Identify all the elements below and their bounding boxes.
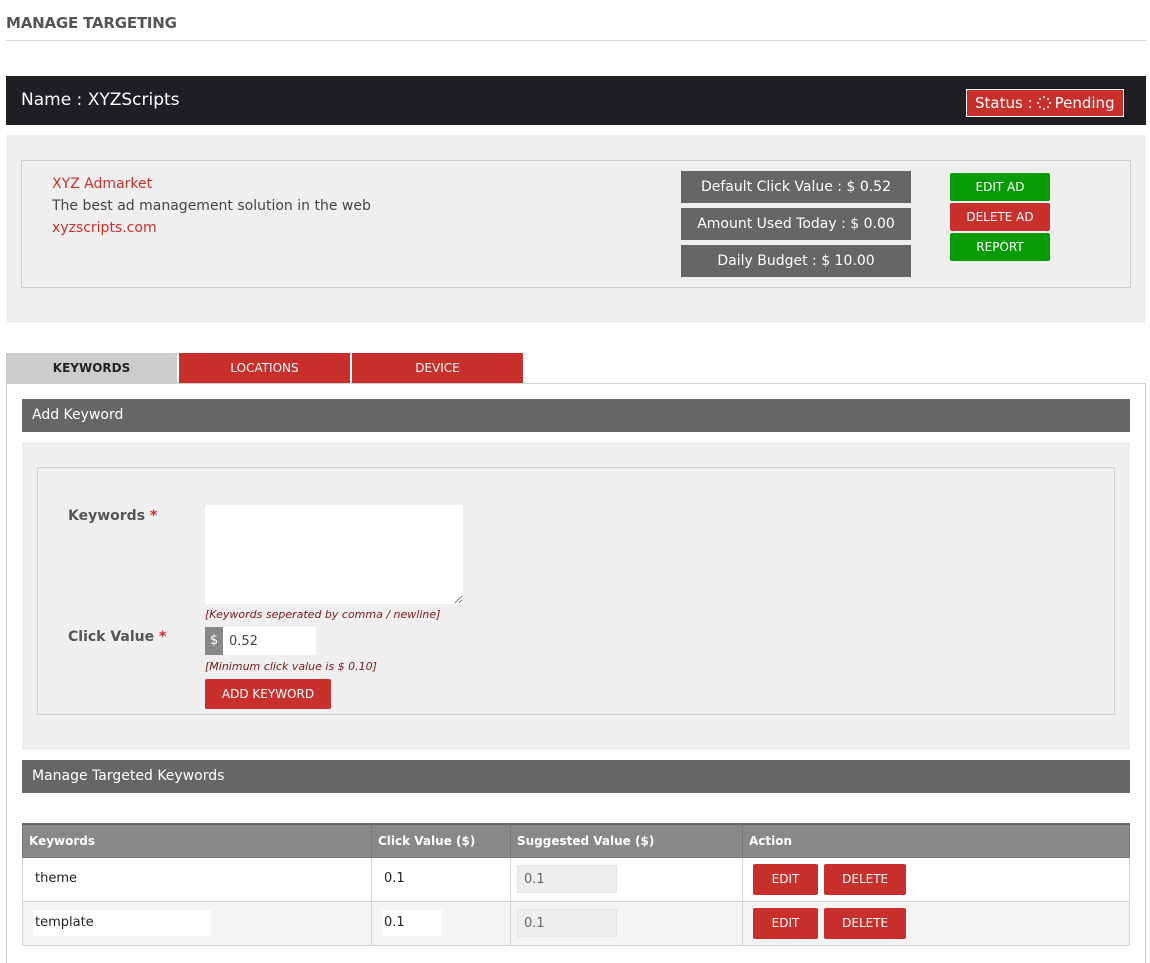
col-click-value: Click Value ($) xyxy=(371,823,511,858)
ad-details-box: XYZ Admarket The best ad management solu… xyxy=(21,160,1131,288)
ad-details-panel: XYZ Admarket The best ad management solu… xyxy=(6,135,1146,323)
keyword-input[interactable]: theme xyxy=(33,866,77,892)
click-value-label-text: Click Value xyxy=(68,629,155,645)
action-cell: EDIT DELETE xyxy=(742,900,1130,946)
click-value-input[interactable] xyxy=(223,627,316,655)
tab-locations[interactable]: LOCATIONS xyxy=(179,353,350,383)
click-value-cell[interactable]: 0.1 xyxy=(371,856,511,902)
action-cell: EDIT DELETE xyxy=(742,856,1130,902)
table-row: theme 0.1 0.1 EDIT DELETE xyxy=(22,856,1130,902)
keywords-label-text: Keywords xyxy=(68,508,146,524)
report-button[interactable]: REPORT xyxy=(950,233,1050,261)
keyword-input[interactable]: template xyxy=(33,910,211,936)
ad-name: Name : XYZScripts xyxy=(21,90,180,110)
table-row: template 0.1 0.1 EDIT DELETE xyxy=(22,900,1130,946)
currency-addon: $ xyxy=(205,627,223,655)
suggested-value-field: 0.1 xyxy=(517,865,617,893)
required-mark: * xyxy=(159,629,167,645)
status-value: Pending xyxy=(1054,94,1115,112)
delete-keyword-button[interactable]: DELETE xyxy=(824,863,907,895)
add-keyword-panel: Keywords * [Keywords seperated by comma … xyxy=(22,442,1130,750)
spinner-icon xyxy=(1036,96,1051,110)
keywords-hint: [Keywords seperated by comma / newline] xyxy=(205,608,441,621)
daily-budget: Daily Budget : $ 10.00 xyxy=(681,245,911,277)
status-prefix: Status : xyxy=(975,94,1033,112)
edit-keyword-button[interactable]: EDIT xyxy=(753,863,818,895)
suggested-value-field: 0.1 xyxy=(517,909,617,937)
row-click-value-input[interactable]: 0.1 xyxy=(382,910,442,936)
keywords-tab-content: Add Keyword Keywords * [Keywords seperat… xyxy=(6,383,1146,963)
keywords-input[interactable] xyxy=(205,505,463,604)
edit-keyword-button[interactable]: EDIT xyxy=(753,907,818,939)
title-divider xyxy=(6,40,1146,41)
targeting-tabs: KEYWORDS LOCATIONS DEVICE xyxy=(6,353,523,383)
col-suggested-value: Suggested Value ($) xyxy=(510,823,743,858)
delete-ad-button[interactable]: DELETE AD xyxy=(950,203,1050,231)
click-value-hint: [Minimum click value is $ 0.10] xyxy=(205,660,377,673)
required-mark: * xyxy=(149,508,158,524)
suggested-value-cell: 0.1 xyxy=(510,856,743,902)
ad-title[interactable]: XYZ Admarket xyxy=(52,173,371,195)
ad-url[interactable]: xyzscripts.com xyxy=(52,217,371,239)
add-keyword-form: Keywords * [Keywords seperated by comma … xyxy=(37,467,1115,715)
keywords-table: Keywords Click Value ($) Suggested Value… xyxy=(22,823,1130,946)
ad-description: The best ad management solution in the w… xyxy=(52,198,371,214)
page-title: MANAGE TARGETING xyxy=(6,14,177,32)
click-value-cell[interactable]: 0.1 xyxy=(371,900,511,946)
tab-device[interactable]: DEVICE xyxy=(352,353,523,383)
keyword-cell[interactable]: theme xyxy=(22,856,372,902)
col-action: Action xyxy=(742,823,1130,858)
delete-keyword-button[interactable]: DELETE xyxy=(824,907,907,939)
keywords-label: Keywords * xyxy=(68,508,157,524)
add-keyword-button[interactable]: ADD KEYWORD xyxy=(205,679,331,709)
amount-used-today: Amount Used Today : $ 0.00 xyxy=(681,208,911,240)
edit-ad-button[interactable]: EDIT AD xyxy=(950,173,1050,201)
status-badge: Status : Pending xyxy=(966,89,1124,117)
click-value-label: Click Value * xyxy=(68,629,166,645)
row-click-value-input[interactable]: 0.1 xyxy=(382,866,405,892)
tab-keywords[interactable]: KEYWORDS xyxy=(6,353,177,383)
col-keywords: Keywords xyxy=(22,823,372,858)
ad-preview: XYZ Admarket The best ad management solu… xyxy=(52,173,371,239)
ad-name-bar: Name : XYZScripts Status : Pending xyxy=(6,76,1146,125)
add-keyword-header: Add Keyword xyxy=(22,399,1130,432)
suggested-value-cell: 0.1 xyxy=(510,900,743,946)
keyword-cell[interactable]: template xyxy=(22,900,372,946)
table-header-row: Keywords Click Value ($) Suggested Value… xyxy=(22,823,1130,858)
manage-keywords-header: Manage Targeted Keywords xyxy=(22,760,1130,793)
default-click-value: Default Click Value : $ 0.52 xyxy=(681,171,911,203)
